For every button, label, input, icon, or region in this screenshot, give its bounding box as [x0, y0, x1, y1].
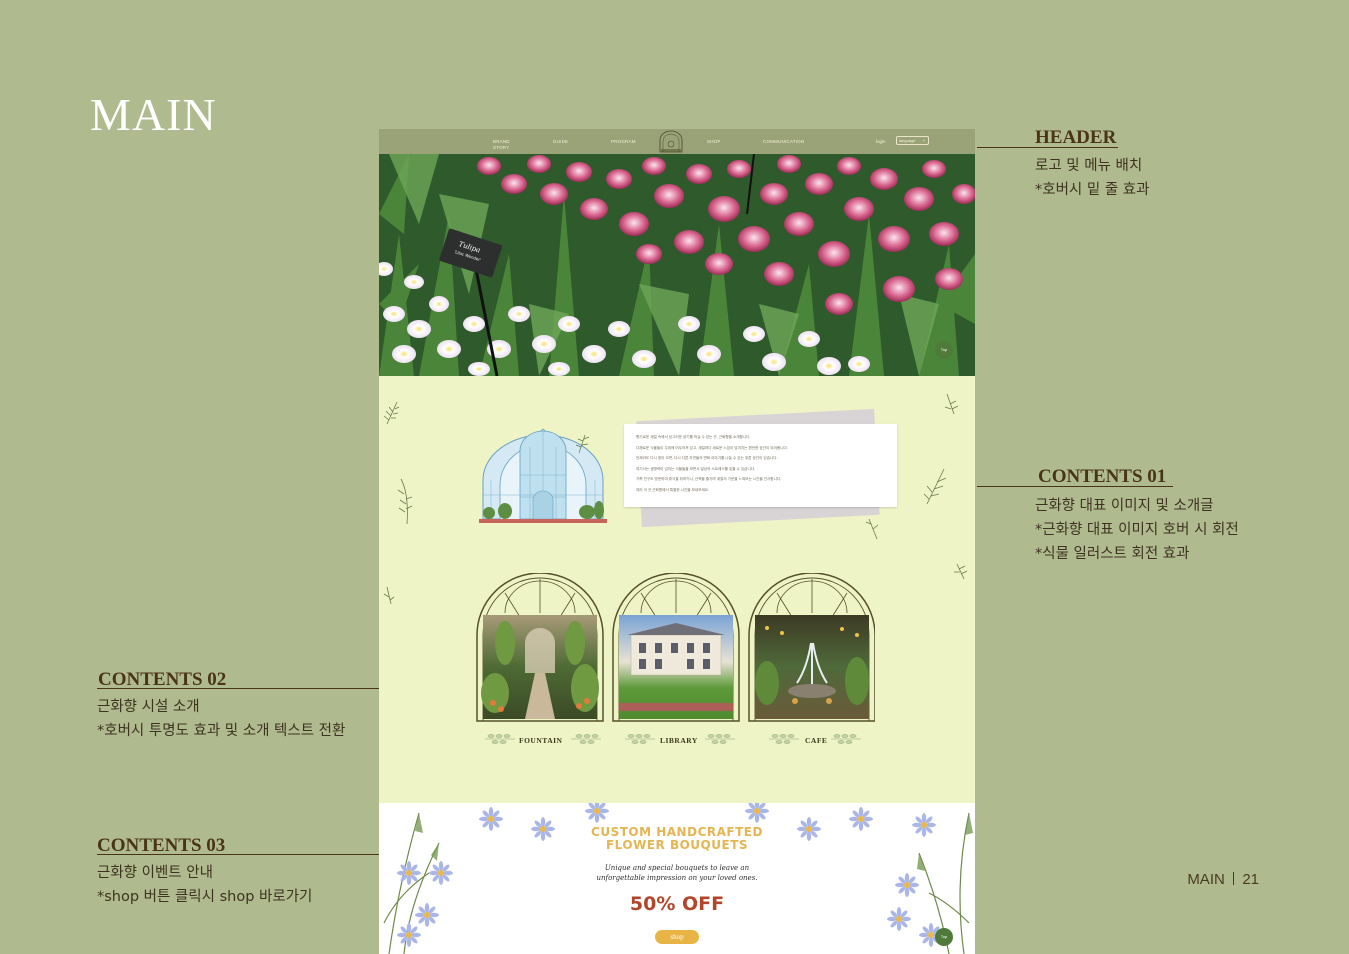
annotation-line: 근화향 시설 소개 [97, 699, 200, 715]
event-subtitle-line2: unforgettable impression on your loved o… [596, 874, 758, 882]
page-number: MAIN 21 [1187, 871, 1259, 888]
language-select[interactable]: language ⌄ [896, 136, 929, 145]
annotation-line: 로고 및 메뉴 배치 [1035, 158, 1143, 174]
nav-brand-story[interactable]: BRAND STORY [493, 139, 513, 151]
annotation-line: *호버시 밑 줄 효과 [1035, 182, 1150, 198]
event-section: CUSTOM HANDCRAFTED FLOWER BOUQUETS Uniqu… [379, 803, 975, 954]
facility-arches [476, 573, 875, 722]
annotation-line: 근화향 이벤트 안내 [97, 865, 213, 881]
shop-button[interactable]: shop [655, 930, 699, 944]
arch-frame-fountain [476, 573, 604, 722]
page-number-divider [1232, 872, 1235, 885]
annotation-line: *식물 일러스트 회전 효과 [1035, 546, 1190, 562]
arch-frame-cafe [748, 573, 875, 722]
facility-label-library[interactable]: LIBRARY [660, 736, 698, 745]
site-logo-icon[interactable] [656, 130, 686, 153]
top-button[interactable]: Top [935, 928, 953, 946]
arch-frame-library [612, 573, 740, 722]
language-select-value: language [899, 138, 916, 143]
event-discount: 50% OFF [629, 893, 725, 915]
intro-line: 여러 이 곳 근화향에서 특별한 시간을 보내보세요. [636, 487, 710, 492]
event-title-line2: FLOWER BOUQUETS [605, 838, 749, 852]
intro-line: 여기서는 생명력이 넘치는 식물들을 보면서 일상의 스트레스를 잊을 수 있습… [636, 466, 756, 471]
chevron-down-icon: ⌄ [921, 137, 926, 143]
annotation-line: *shop 버튼 클릭시 shop 바로가기 [97, 889, 313, 905]
annotation-line: *근화향 대표 이미지 호버 시 회전 [1035, 522, 1239, 538]
contents03-annotation-title: CONTENTS 03 [97, 835, 226, 856]
contents01-annotation-text: 근화향 대표 이미지 및 소개글 *근화향 대표 이미지 호버 시 회전 *식물… [1035, 494, 1239, 566]
annotation-line: 근화향 대표 이미지 및 소개글 [1035, 498, 1214, 514]
header-annotation-text: 로고 및 메뉴 배치 *호버시 밑 줄 효과 [1035, 154, 1149, 202]
intro-line: 다채로운 식물들이 주위에 어우러져 있고, 계절마다 새로운 느낌이 담겨지는… [636, 445, 788, 450]
nav-shop[interactable]: SHOP [707, 139, 721, 145]
greenhouse-illustration[interactable] [475, 425, 611, 525]
login-link[interactable]: login [876, 139, 886, 144]
nav-program[interactable]: PROGRAM [611, 139, 636, 145]
intro-card: 향기로운 계절 속에서 싱그러운 공기를 마실 수 있는 곳, 근화향을 소개합… [624, 424, 897, 507]
contents03-annotation-text: 근화향 이벤트 안내 *shop 버튼 클릭시 shop 바로가기 [97, 861, 312, 909]
page-number-value: 21 [1242, 871, 1259, 888]
intro-line: 가족 친구도 방문하여 휴식을 취하거나, 산책을 즐기며 계절의 기운을 느껴… [636, 477, 782, 481]
nav-communication[interactable]: COMMUNICATION [763, 139, 804, 145]
intro-line: 언제라도 다시 찾아 오면, 다시 다른 자연들의 변화 이야기를 나눌 수 있… [636, 456, 778, 460]
intro-line: 향기로운 계절 속에서 싱그러운 공기를 마실 수 있는 곳, 근화향을 소개합… [636, 435, 751, 439]
annotation-line: *호버시 투명도 효과 및 소개 텍스트 전환 [97, 723, 346, 739]
contents01-annotation-title: CONTENTS 01 [1038, 466, 1167, 487]
header-annotation-title: HEADER [1035, 127, 1117, 148]
facility-label-fountain[interactable]: FOUNTAIN [519, 736, 562, 745]
contents02-annotation-text: 근화향 시설 소개 *호버시 투명도 효과 및 소개 텍스트 전환 [97, 695, 345, 743]
event-subtitle-line1: Unique and special bouquets to leave an [604, 864, 750, 872]
page-title: MAIN [90, 89, 217, 140]
hero-tulip-image: Tulipa 'Lilac Wonder' [379, 154, 975, 376]
website-mockup: BRAND STORY GUIDE PROGRAM SHOP COMMUNICA… [379, 129, 975, 954]
site-header: BRAND STORY GUIDE PROGRAM SHOP COMMUNICA… [379, 129, 975, 154]
facility-label-cafe[interactable]: CAFE [805, 736, 827, 745]
page-number-label: MAIN [1187, 871, 1225, 888]
contents02-annotation-title: CONTENTS 02 [98, 669, 227, 690]
nav-guide[interactable]: GUIDE [553, 139, 568, 145]
top-button[interactable]: Top [935, 341, 953, 359]
